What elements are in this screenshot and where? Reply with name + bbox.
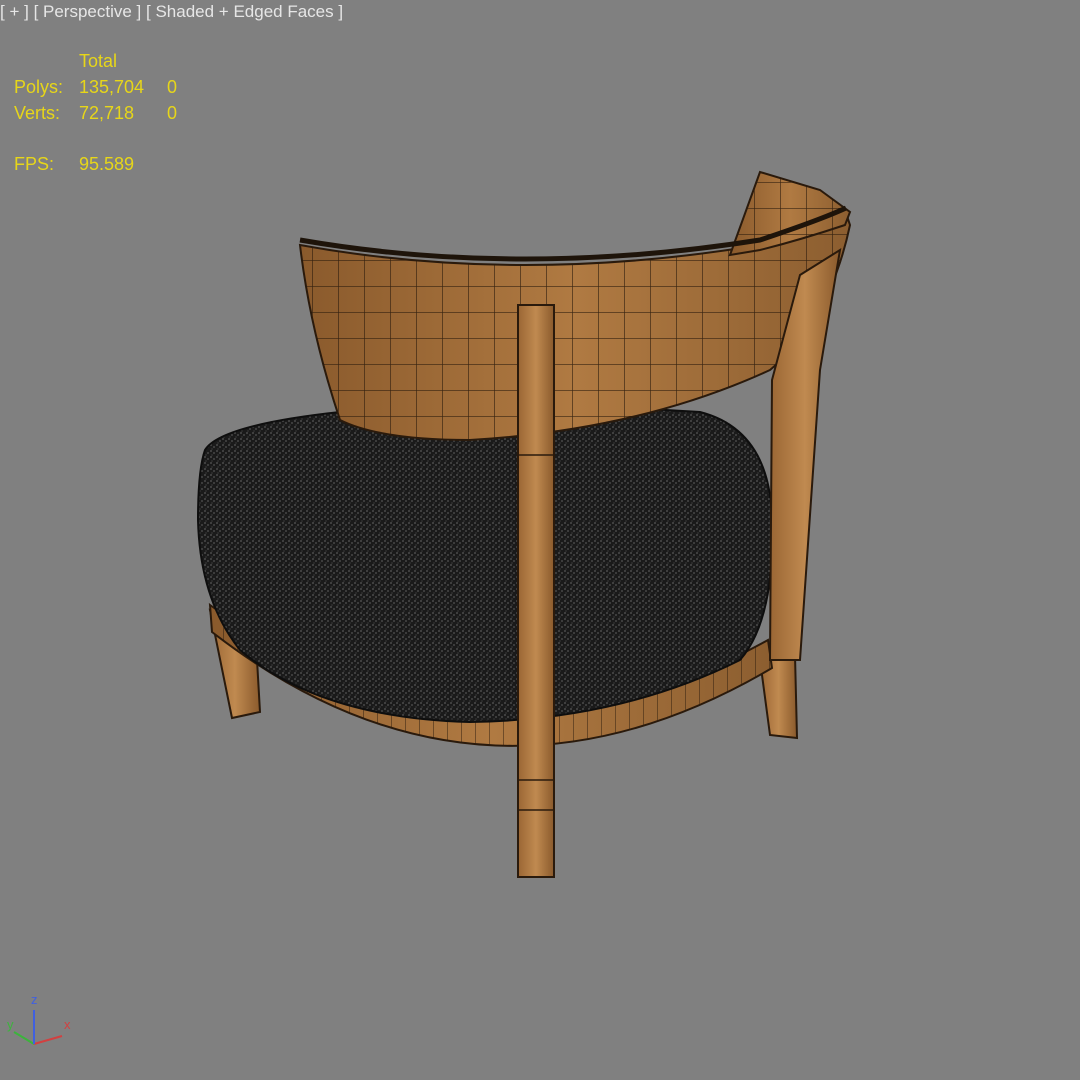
backrest — [298, 170, 852, 442]
axis-x-label: x — [64, 1017, 71, 1032]
axis-z-label: z — [31, 992, 38, 1007]
perspective-viewport[interactable]: [ + ] [ Perspective ] [ Shaded + Edged F… — [0, 0, 1080, 1080]
axis-y-label: y — [7, 1017, 14, 1032]
armchair-wireframe-model[interactable] — [0, 0, 1080, 1080]
axis-gizmo: x y z — [4, 988, 84, 1058]
front-center-post — [517, 304, 555, 878]
seat-cushion — [196, 405, 774, 724]
